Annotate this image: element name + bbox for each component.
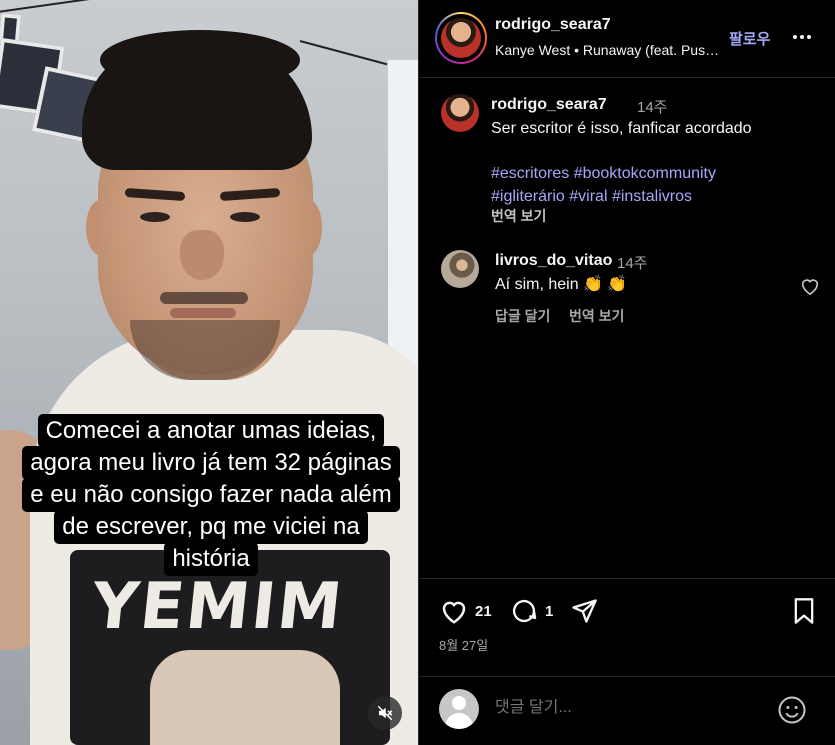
- comment-icon: [512, 600, 537, 623]
- hair: [100, 30, 300, 90]
- mouth: [170, 308, 236, 318]
- author-username[interactable]: rodrigo_seara7: [495, 16, 611, 34]
- nose: [180, 230, 224, 280]
- caption-text: Ser escritor é isso, fanficar acordado: [491, 120, 752, 137]
- shirt-print-text: YEMIM: [88, 570, 348, 644]
- avatar[interactable]: [441, 18, 481, 58]
- caption-line: Comecei a anotar umas ideias,: [37, 414, 385, 448]
- user-avatar[interactable]: [439, 689, 479, 729]
- like-button[interactable]: 21: [439, 597, 492, 625]
- caption-time[interactable]: 14주: [637, 96, 668, 117]
- emoji-icon[interactable]: [777, 695, 807, 725]
- post-date[interactable]: 8월 27일: [439, 635, 488, 654]
- mustache: [160, 292, 248, 304]
- mute-icon: [377, 705, 393, 721]
- comment-button[interactable]: 1: [509, 597, 553, 625]
- hashtags-line[interactable]: #igliterário #viral #instalivros: [491, 185, 811, 208]
- mute-button[interactable]: [368, 696, 402, 730]
- comment-text: Aí sim, hein 👏 👏: [495, 276, 628, 293]
- see-translation-link[interactable]: 번역 보기: [491, 206, 546, 226]
- action-bar: 21 1 8월 27일: [419, 578, 835, 676]
- comment-count[interactable]: 1: [545, 603, 553, 620]
- video-caption: Comecei a anotar umas ideias, agora meu …: [16, 414, 406, 576]
- post-header: rodrigo_seara7 Kanye West • Runaway (fea…: [419, 0, 835, 78]
- bookmark-icon: [794, 598, 814, 624]
- avatar[interactable]: [441, 250, 479, 288]
- share-icon: [572, 599, 597, 623]
- caption-line: e eu não consigo fazer nada além: [22, 478, 400, 512]
- caption-line: de escrever, pq me viciei na: [54, 510, 368, 544]
- reel-video[interactable]: YEMIM Comecei a anotar umas ideias, agor…: [0, 0, 418, 745]
- hashtags[interactable]: #escritores #booktokcommunity #igliterár…: [491, 162, 811, 208]
- follow-button[interactable]: 팔로우: [729, 28, 770, 49]
- avatar[interactable]: [441, 94, 479, 132]
- music-label[interactable]: Kanye West • Runaway (feat. Pus…: [495, 42, 727, 58]
- eye: [230, 212, 260, 222]
- add-comment-bar: [419, 676, 835, 745]
- comment-username[interactable]: livros_do_vitao: [495, 252, 612, 270]
- more-icon[interactable]: [793, 28, 815, 46]
- post-panel: rodrigo_seara7 Kanye West • Runaway (fea…: [418, 0, 835, 745]
- caption-line: agora meu livro já tem 32 páginas: [22, 446, 400, 480]
- comment-input[interactable]: [495, 699, 765, 717]
- like-count[interactable]: 21: [475, 603, 492, 620]
- caption-line: história: [164, 542, 258, 576]
- string-lights: [0, 0, 308, 14]
- caption-username[interactable]: rodrigo_seara7: [491, 96, 607, 114]
- see-translation-link[interactable]: 번역 보기: [569, 306, 624, 326]
- hands: [150, 650, 340, 745]
- reply-button[interactable]: 답글 달기: [495, 306, 550, 326]
- heart-icon: [442, 601, 466, 624]
- window-light: [388, 60, 418, 370]
- string-lights: [299, 40, 388, 66]
- hashtags-line[interactable]: #escritores #booktokcommunity: [491, 162, 811, 185]
- share-button[interactable]: [569, 597, 599, 625]
- eye: [140, 212, 170, 222]
- comment-time[interactable]: 14주: [617, 252, 648, 273]
- heart-icon[interactable]: [799, 276, 821, 296]
- save-button[interactable]: [791, 597, 817, 625]
